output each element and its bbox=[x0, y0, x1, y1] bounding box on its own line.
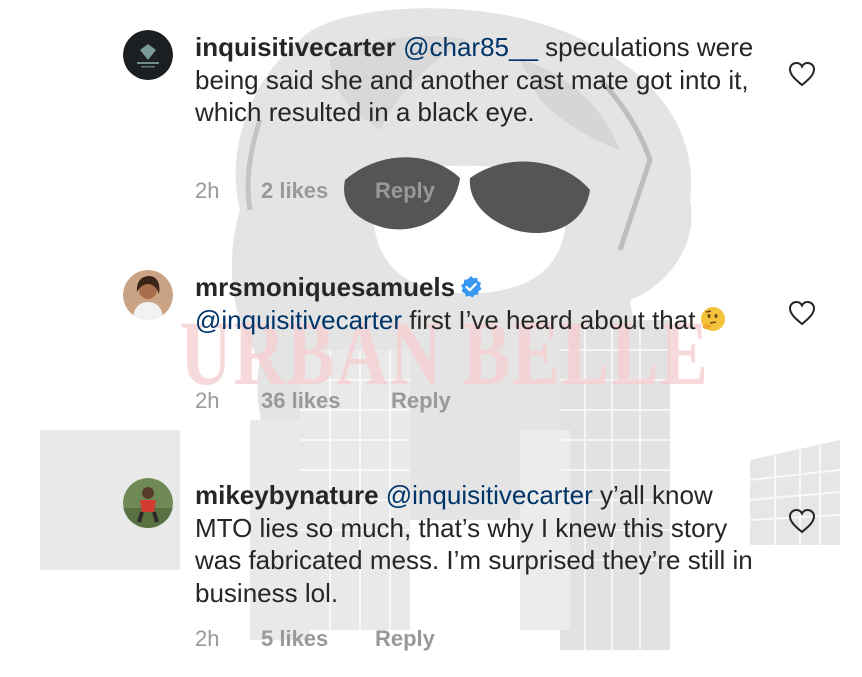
comment-body: inquisitivecarter @char85__ speculations… bbox=[195, 31, 755, 129]
comment-time: 2h bbox=[195, 388, 220, 413]
comment-username[interactable]: mikeybynature bbox=[195, 480, 379, 510]
dark-logo-avatar[interactable] bbox=[123, 30, 173, 80]
comment-body: mikeybynature @inquisitivecarter y’all k… bbox=[195, 479, 755, 609]
comment-likes[interactable]: 5 likes bbox=[261, 626, 328, 652]
comment-mention[interactable]: @char85__ bbox=[403, 32, 538, 62]
comment-likes[interactable]: 2 likes bbox=[261, 178, 328, 204]
woman-portrait-avatar[interactable] bbox=[123, 270, 173, 320]
comment-time: 2h bbox=[195, 178, 220, 203]
comment-text: first I’ve heard about that bbox=[409, 304, 696, 335]
heart-icon[interactable] bbox=[788, 300, 816, 326]
thinking-face-icon bbox=[699, 305, 727, 341]
verified-badge-icon bbox=[461, 276, 482, 298]
comment-body: mrsmoniquesamuels @inquisitivecarter fir… bbox=[195, 271, 755, 340]
comment-username[interactable]: mrsmoniquesamuels bbox=[195, 272, 455, 302]
comment-username[interactable]: inquisitivecarter bbox=[195, 32, 396, 62]
reply-button[interactable]: Reply bbox=[375, 626, 435, 652]
reply-button[interactable]: Reply bbox=[375, 178, 435, 204]
reply-button[interactable]: Reply bbox=[391, 388, 451, 414]
man-outdoors-avatar[interactable] bbox=[123, 478, 173, 528]
comment-likes[interactable]: 36 likes bbox=[261, 388, 341, 414]
comment-mention[interactable]: @inquisitivecarter bbox=[195, 305, 402, 335]
comment-time: 2h bbox=[195, 626, 220, 651]
comment-mention[interactable]: @inquisitivecarter bbox=[386, 480, 593, 510]
heart-icon[interactable] bbox=[788, 61, 816, 87]
heart-icon[interactable] bbox=[788, 508, 816, 534]
